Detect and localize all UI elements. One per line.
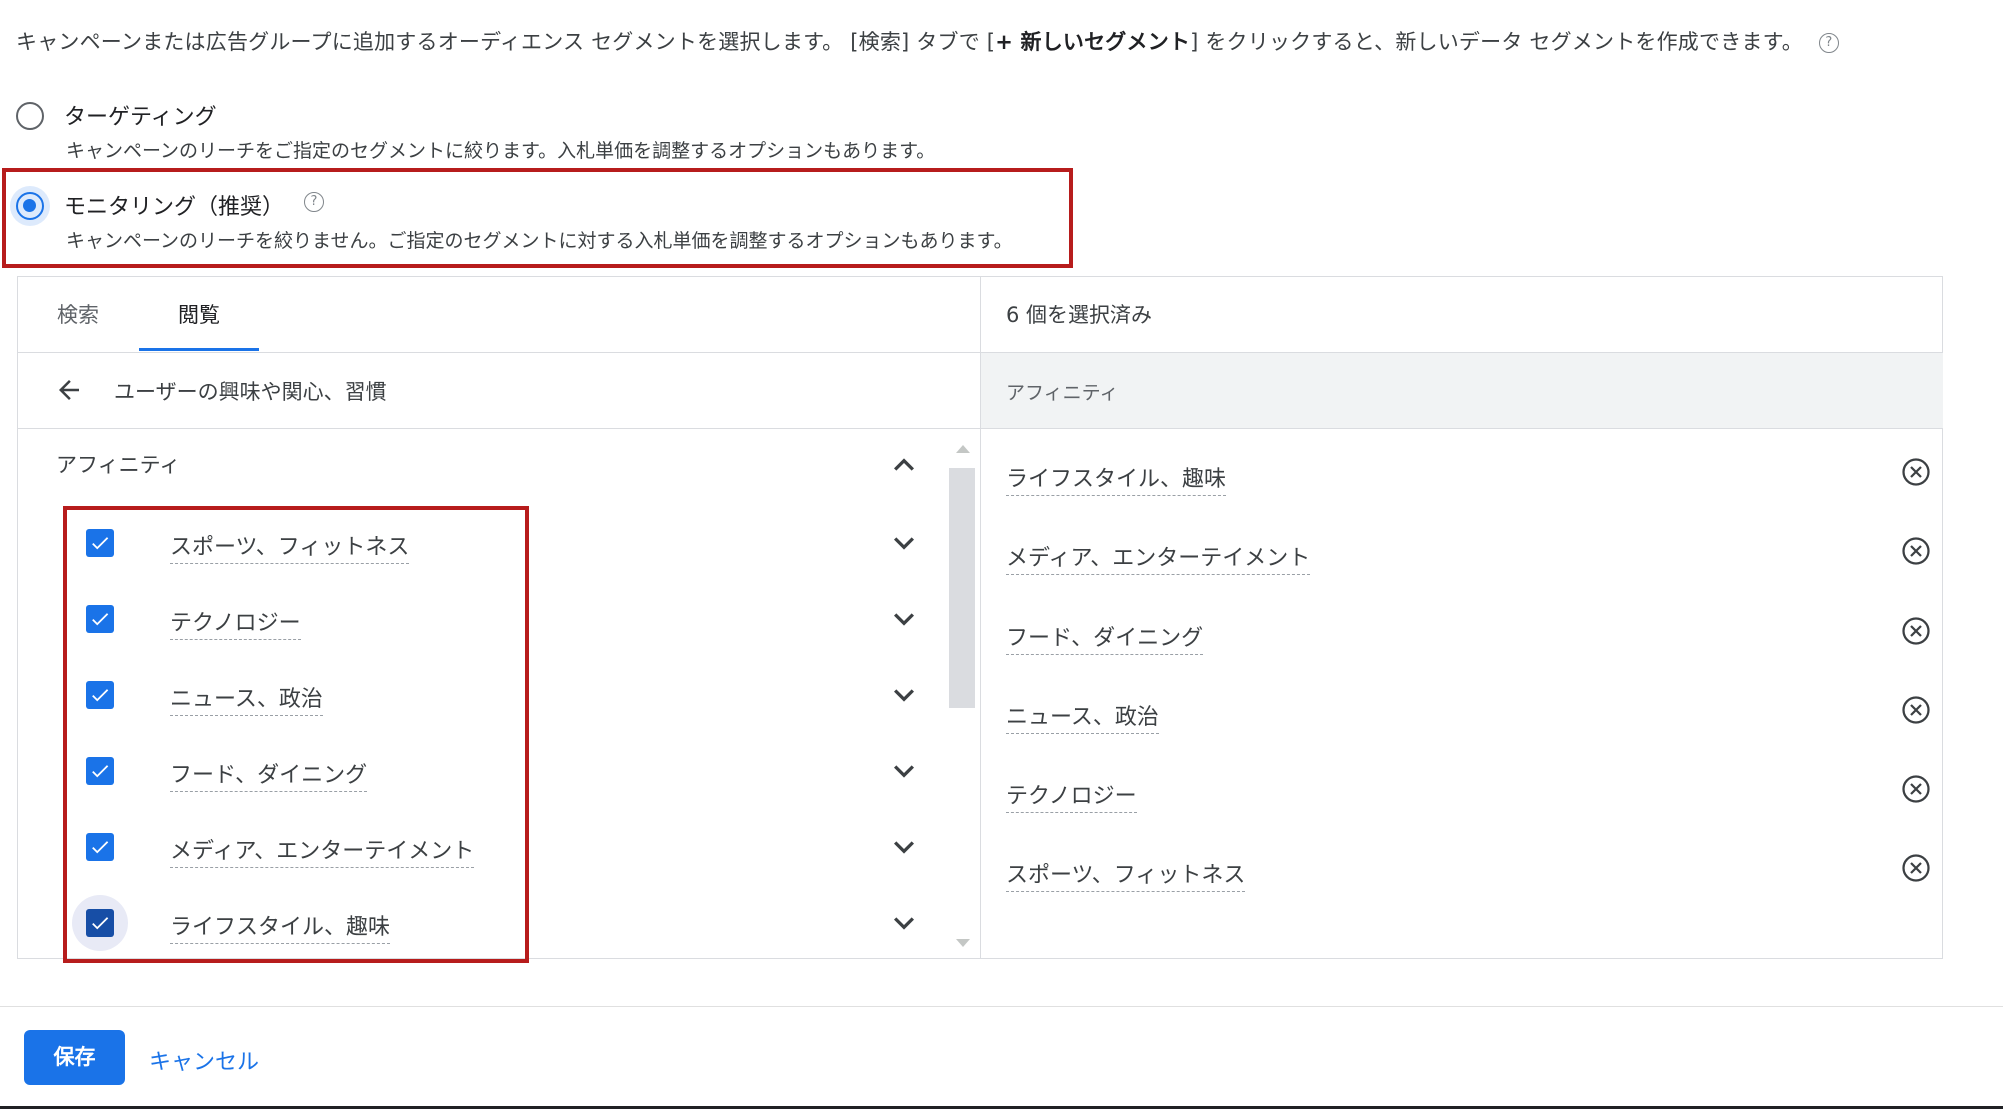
remove-circle-icon[interactable] xyxy=(1901,616,1931,646)
intro-text: キャンペーンまたは広告グループに追加するオーディエンス セグメントを選択します。… xyxy=(16,26,1839,56)
selected-item-label: フード、ダイニング xyxy=(1006,620,1204,655)
monitoring-radio[interactable] xyxy=(16,192,44,220)
selected-item: フード、ダイニング xyxy=(1006,610,1936,660)
selected-item: スポーツ、フィットネス xyxy=(1006,847,1936,897)
checkbox[interactable] xyxy=(86,909,114,937)
selected-item: テクノロジー xyxy=(1006,768,1936,818)
checkbox[interactable] xyxy=(86,833,114,861)
intro-text-before: キャンペーンまたは広告グループに追加するオーディエンス セグメントを選択します。… xyxy=(16,30,996,54)
targeting-title: ターゲティング xyxy=(64,105,217,130)
selected-group-label: アフィニティ xyxy=(1006,382,1119,404)
scroll-down-arrow[interactable] xyxy=(956,939,970,947)
selected-item-label: ニュース、政治 xyxy=(1006,699,1159,734)
save-button[interactable]: 保存 xyxy=(24,1030,125,1085)
checkbox[interactable] xyxy=(86,529,114,557)
monitoring-title: モニタリング（推奨） xyxy=(64,195,285,220)
checkbox[interactable] xyxy=(86,681,114,709)
targeting-description: キャンペーンのリーチをご指定のセグメントに絞ります。入札単価を調整するオプション… xyxy=(66,140,936,162)
selected-item-label: テクノロジー xyxy=(1006,778,1137,813)
scrollbar-thumb[interactable] xyxy=(949,468,975,708)
intro-text-bold: + 新しいセグメント xyxy=(995,30,1191,54)
tab-search[interactable]: 検索 xyxy=(57,299,99,329)
selected-item: ライフスタイル、趣味 xyxy=(1006,451,1936,501)
intro-text-after: ] をクリックすると、新しいデータ セグメントを作成できます。 xyxy=(1190,30,1803,54)
tab-browse-underline xyxy=(139,348,259,351)
cancel-button[interactable]: キャンセル xyxy=(149,1044,259,1076)
footer-divider xyxy=(0,1006,2003,1007)
item-label: ライフスタイル、趣味 xyxy=(170,909,391,944)
help-icon[interactable]: ? xyxy=(1818,33,1839,53)
item-label: メディア、エンターテイメント xyxy=(170,833,475,868)
tab-browse[interactable]: 閲覧 xyxy=(178,299,220,329)
monitoring-help-icon[interactable]: ? xyxy=(304,192,324,212)
items-highlight-box xyxy=(63,506,529,963)
selected-item: メディア、エンターテイメント xyxy=(1006,530,1936,580)
subheader-divider xyxy=(18,428,1942,429)
back-arrow-icon[interactable] xyxy=(54,375,84,413)
item-label: フード、ダイニング xyxy=(170,757,368,792)
back-label[interactable]: ユーザーの興味や関心、習慣 xyxy=(114,376,387,406)
selected-item-label: ライフスタイル、趣味 xyxy=(1006,461,1227,496)
chevron-up-icon[interactable] xyxy=(884,445,924,485)
checkbox[interactable] xyxy=(86,757,114,785)
checkbox[interactable] xyxy=(86,605,114,633)
category-affinity-label: アフィニティ xyxy=(56,453,181,477)
item-label: ニュース、政治 xyxy=(170,681,323,716)
selected-item-label: スポーツ、フィットネス xyxy=(1006,857,1246,892)
item-label: テクノロジー xyxy=(170,605,301,640)
chevron-down-icon[interactable] xyxy=(884,827,924,867)
item-label: スポーツ、フィットネス xyxy=(170,529,410,564)
chevron-down-icon[interactable] xyxy=(884,523,924,563)
chevron-down-icon[interactable] xyxy=(884,675,924,715)
remove-circle-icon[interactable] xyxy=(1901,853,1931,883)
remove-circle-icon[interactable] xyxy=(1901,457,1931,487)
selected-group-header-bg xyxy=(981,353,1943,428)
targeting-radio[interactable] xyxy=(16,102,44,130)
selected-item: ニュース、政治 xyxy=(1006,689,1936,739)
chevron-down-icon[interactable] xyxy=(884,751,924,791)
chevron-down-icon[interactable] xyxy=(884,599,924,639)
monitoring-description: キャンペーンのリーチを絞りません。ご指定のセグメントに対する入札単価を調整するオ… xyxy=(66,230,1013,252)
selected-item-label: メディア、エンターテイメント xyxy=(1006,540,1311,575)
remove-circle-icon[interactable] xyxy=(1901,695,1931,725)
chevron-down-icon[interactable] xyxy=(884,903,924,943)
remove-circle-icon[interactable] xyxy=(1901,536,1931,566)
scroll-up-arrow[interactable] xyxy=(956,445,970,453)
selected-count: 6 個を選択済み xyxy=(1006,303,1153,327)
remove-circle-icon[interactable] xyxy=(1901,774,1931,804)
segment-panel: 検索 閲覧 ユーザーの興味や関心、習慣 アフィニティ スポーツ、フィットネス テ… xyxy=(17,276,1943,963)
